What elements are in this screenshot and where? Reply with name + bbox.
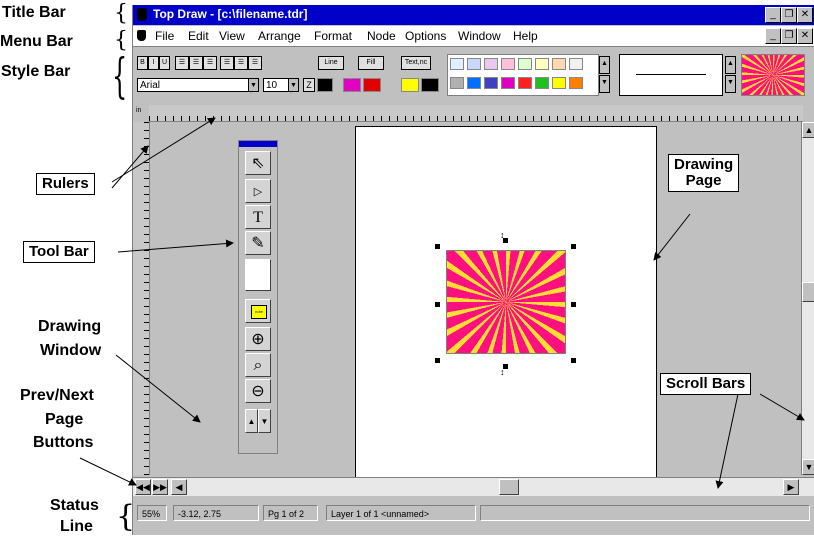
scroll-bars-arrow-1 [715,393,739,489]
prev-next-arrow [79,457,137,486]
rulers-arrow-2 [111,145,149,189]
scroll-bars-arrow-2 [759,393,805,421]
annotation-arrows [79,117,805,489]
drawing-window-arrow [115,354,201,423]
drawing-page-arrow [653,213,691,261]
tool-bar-arrow [117,239,234,253]
rulers-arrow-1 [111,117,216,183]
